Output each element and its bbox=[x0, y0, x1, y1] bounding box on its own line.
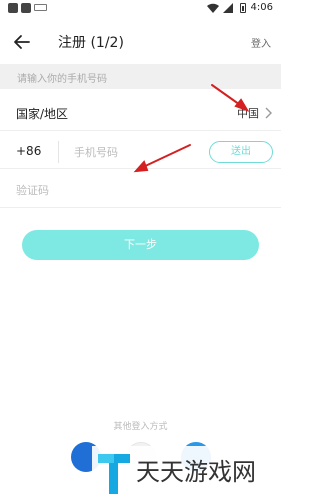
status-time: 4:06 bbox=[250, 2, 273, 13]
other-login-label: 其他登入方式 bbox=[113, 422, 168, 432]
send-code-button[interactable]: 送出 bbox=[209, 141, 273, 163]
battery-icon bbox=[240, 3, 246, 13]
login-link[interactable]: 登入 bbox=[251, 35, 271, 50]
keyboard-icon bbox=[34, 4, 47, 11]
signal-icon bbox=[223, 3, 233, 13]
page-title: 注册 (1/2) bbox=[58, 35, 124, 51]
verification-code-row bbox=[0, 172, 281, 208]
nav-bar: 注册 (1/2) 登入 bbox=[0, 24, 281, 60]
watermark-logo-icon bbox=[98, 454, 130, 494]
back-arrow-icon[interactable] bbox=[12, 32, 32, 52]
phone-hint-bar: 请输入你的手机号码 bbox=[0, 64, 281, 89]
watermark: 天天游戏网 bbox=[92, 446, 281, 500]
country-value: 中国 bbox=[237, 107, 259, 120]
country-region-selector[interactable]: 国家/地区 中国 bbox=[0, 95, 281, 131]
chevron-right-icon bbox=[265, 107, 272, 119]
divider bbox=[58, 141, 59, 163]
verification-code-input[interactable] bbox=[16, 180, 256, 200]
wifi-icon bbox=[207, 3, 219, 13]
status-bar: 4:06 bbox=[0, 0, 281, 20]
next-step-button[interactable]: 下一步 bbox=[22, 230, 259, 260]
app-notification-icon bbox=[21, 3, 31, 13]
phone-hint-text: 请输入你的手机号码 bbox=[17, 74, 107, 85]
phone-row: +86 送出 bbox=[0, 133, 281, 169]
phone-number-input[interactable] bbox=[74, 142, 194, 162]
country-code[interactable]: +86 bbox=[16, 144, 41, 158]
country-label: 国家/地区 bbox=[16, 107, 69, 121]
watermark-text: 天天游戏网 bbox=[136, 458, 256, 486]
app-notification-icon bbox=[8, 3, 18, 13]
